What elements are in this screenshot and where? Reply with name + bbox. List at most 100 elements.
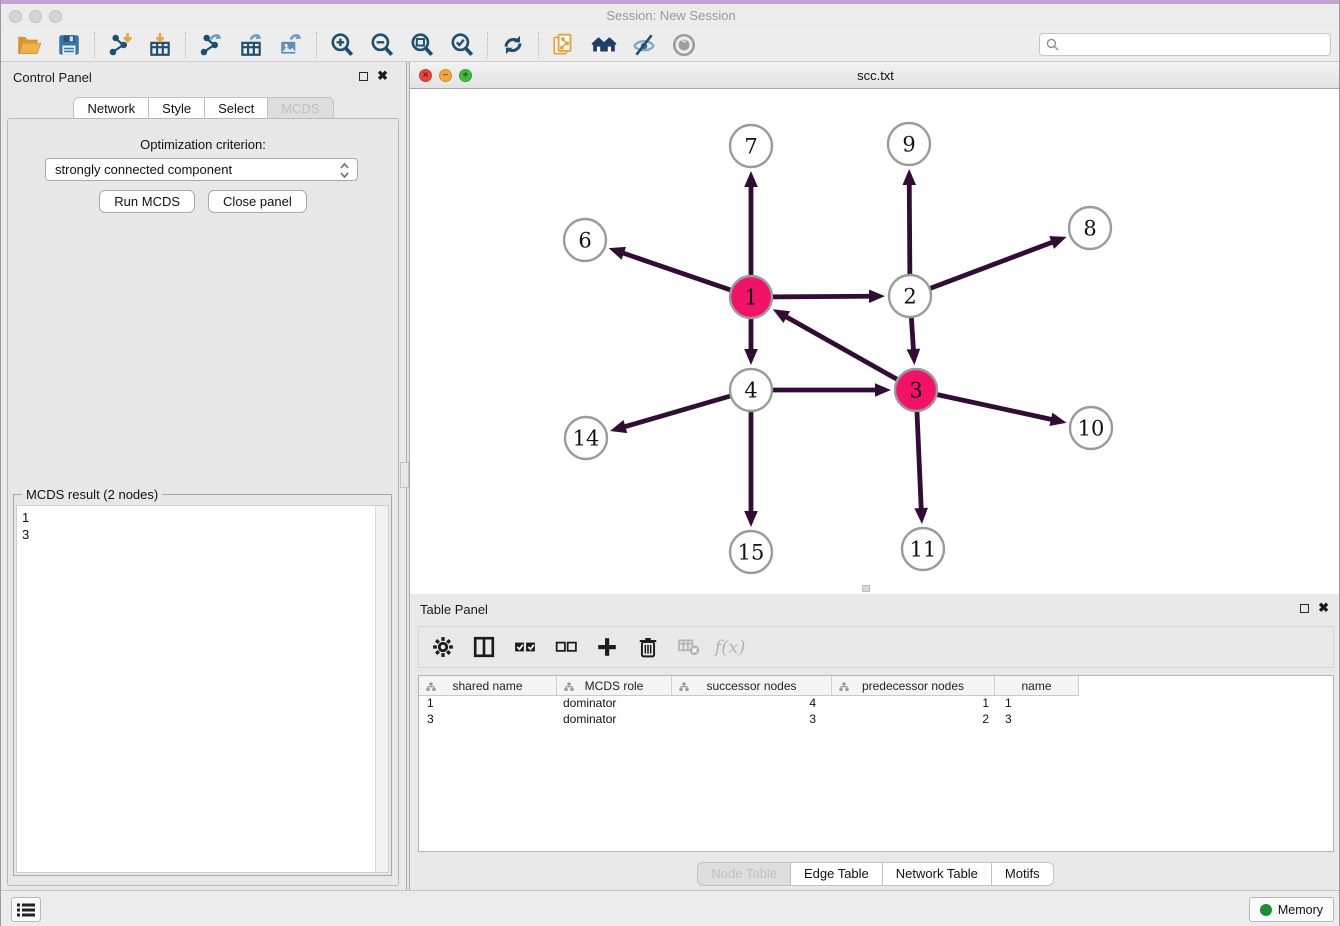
canvas-splitter-grip[interactable] bbox=[862, 585, 870, 592]
edge-2-8[interactable] bbox=[910, 242, 1054, 296]
table-panel-title: Table Panel bbox=[420, 602, 488, 617]
column-label: successor nodes bbox=[706, 679, 796, 693]
node-table[interactable]: shared nameMCDS role successor nodes prede… bbox=[418, 675, 1334, 852]
table-toolbar: f(x) bbox=[418, 626, 1334, 668]
open-file-icon bbox=[16, 32, 42, 58]
column-label: predecessor nodes bbox=[862, 679, 964, 693]
network-view-window: × − + scc.txt 7968124314101511 bbox=[410, 62, 1340, 594]
tab-node-table[interactable]: Node Table bbox=[697, 862, 791, 886]
column-header-name[interactable]: name bbox=[995, 676, 1079, 696]
export-network-button[interactable] bbox=[191, 30, 231, 60]
close-table-panel-icon[interactable]: ✖ bbox=[1318, 600, 1329, 616]
criterion-dropdown[interactable]: strongly connected component bbox=[45, 158, 358, 181]
search-box[interactable] bbox=[1039, 33, 1331, 56]
column-header-mcds-role[interactable]: MCDS role bbox=[557, 676, 672, 696]
gear-button[interactable] bbox=[431, 635, 455, 659]
export-image-button[interactable] bbox=[271, 30, 311, 60]
table-panel-header: Table Panel ✖ bbox=[410, 598, 1340, 624]
delete-button[interactable] bbox=[636, 635, 660, 659]
add-button[interactable] bbox=[595, 635, 619, 659]
select-all-button[interactable] bbox=[513, 635, 537, 659]
cell-name: 3 bbox=[995, 712, 1079, 728]
float-panel-icon[interactable] bbox=[359, 72, 368, 81]
zoom-fit-button[interactable] bbox=[402, 30, 442, 60]
edge-arrowhead bbox=[610, 420, 627, 433]
memory-button[interactable]: Memory bbox=[1249, 897, 1334, 922]
first-neighbors-button[interactable] bbox=[584, 30, 624, 60]
control-panel-title: Control Panel bbox=[13, 70, 92, 85]
new-network-from-selection-button[interactable] bbox=[544, 30, 584, 60]
column-header-successor-nodes[interactable]: successor nodes bbox=[672, 676, 832, 696]
export-table-button[interactable] bbox=[231, 30, 271, 60]
column-header-predecessor-nodes[interactable]: predecessor nodes bbox=[832, 676, 995, 696]
close-panel-icon[interactable]: ✖ bbox=[377, 68, 388, 84]
hierarchy-icon bbox=[679, 681, 689, 695]
tab-edge-table[interactable]: Edge Table bbox=[791, 862, 883, 886]
zoom-selected-button[interactable] bbox=[442, 30, 482, 60]
tab-network-table[interactable]: Network Table bbox=[883, 862, 992, 886]
network-graph[interactable]: 7968124314101511 bbox=[410, 89, 1340, 594]
cell-shared-name: 1 bbox=[419, 696, 557, 712]
node-label-14: 14 bbox=[573, 427, 600, 451]
export-network-icon bbox=[198, 32, 224, 58]
control-panel: Control Panel ✖ NetworkStyleSelectMCDS O… bbox=[1, 62, 406, 890]
show-all-button[interactable] bbox=[664, 30, 704, 60]
open-file-button[interactable] bbox=[9, 30, 49, 60]
table-row[interactable]: 3dominator323 bbox=[419, 712, 1333, 728]
result-line: 1 bbox=[22, 509, 383, 526]
control-panel-header: Control Panel ✖ bbox=[1, 62, 406, 88]
table-row[interactable]: 1dominator411 bbox=[419, 696, 1333, 712]
memory-label: Memory bbox=[1278, 903, 1323, 917]
close-panel-button[interactable]: Close panel bbox=[208, 190, 307, 213]
edge-arrowhead bbox=[744, 171, 758, 187]
zoom-out-button[interactable] bbox=[362, 30, 402, 60]
columns-button[interactable] bbox=[472, 635, 496, 659]
network-canvas[interactable]: 7968124314101511 bbox=[410, 89, 1340, 594]
hide-selected-icon bbox=[631, 32, 657, 58]
zoom-fit-icon bbox=[409, 32, 435, 58]
edge-3-1[interactable] bbox=[785, 316, 916, 390]
splitter-grip[interactable] bbox=[400, 462, 409, 488]
zoom-out-icon bbox=[369, 32, 395, 58]
run-mcds-button[interactable]: Run MCDS bbox=[99, 190, 195, 213]
mcds-result-group: MCDS result (2 nodes) 13 bbox=[13, 494, 392, 876]
deselect-all-icon bbox=[555, 636, 577, 658]
cell-predecessor-nodes: 2 bbox=[832, 712, 995, 728]
toolbar-separator bbox=[316, 32, 317, 58]
float-table-panel-icon[interactable] bbox=[1300, 604, 1309, 613]
node-label-7: 7 bbox=[744, 135, 757, 159]
result-scrollbar[interactable] bbox=[375, 506, 388, 872]
tab-motifs[interactable]: Motifs bbox=[992, 862, 1054, 886]
edge-arrowhead bbox=[1049, 236, 1066, 249]
deselect-all-button[interactable] bbox=[554, 635, 578, 659]
table-body: 1dominator4113dominator323 bbox=[419, 696, 1333, 728]
zoom-in-icon bbox=[329, 32, 355, 58]
criterion-value: strongly connected component bbox=[55, 162, 232, 177]
search-input[interactable] bbox=[1063, 38, 1330, 52]
task-history-button[interactable] bbox=[11, 897, 41, 922]
cytoscape-window: Session: New Session Control Panel ✖ Net… bbox=[0, 0, 1340, 926]
save-session-button[interactable] bbox=[49, 30, 89, 60]
dropdown-stepper-icon bbox=[339, 162, 350, 182]
hide-selected-button[interactable] bbox=[624, 30, 664, 60]
add-icon bbox=[596, 636, 618, 658]
import-table-icon bbox=[147, 32, 173, 58]
cell-predecessor-nodes: 1 bbox=[832, 696, 995, 712]
toolbar-separator bbox=[185, 32, 186, 58]
result-line: 3 bbox=[22, 526, 383, 543]
hierarchy-icon bbox=[564, 681, 574, 695]
main-toolbar-items bbox=[9, 30, 704, 60]
column-header-shared-name[interactable]: shared name bbox=[419, 676, 557, 696]
delete-icon bbox=[637, 636, 659, 658]
edge-arrowhead bbox=[744, 511, 758, 527]
optimization-criterion-label: Optimization criterion: bbox=[8, 137, 398, 152]
node-label-8: 8 bbox=[1083, 217, 1096, 241]
hierarchy-icon bbox=[839, 681, 849, 695]
function-icon: f(x) bbox=[715, 637, 746, 658]
refresh-button[interactable] bbox=[493, 30, 533, 60]
import-network-button[interactable] bbox=[100, 30, 140, 60]
mcds-result-area[interactable]: 13 bbox=[16, 505, 389, 873]
import-table-button[interactable] bbox=[140, 30, 180, 60]
zoom-in-button[interactable] bbox=[322, 30, 362, 60]
search-icon bbox=[1046, 38, 1059, 51]
